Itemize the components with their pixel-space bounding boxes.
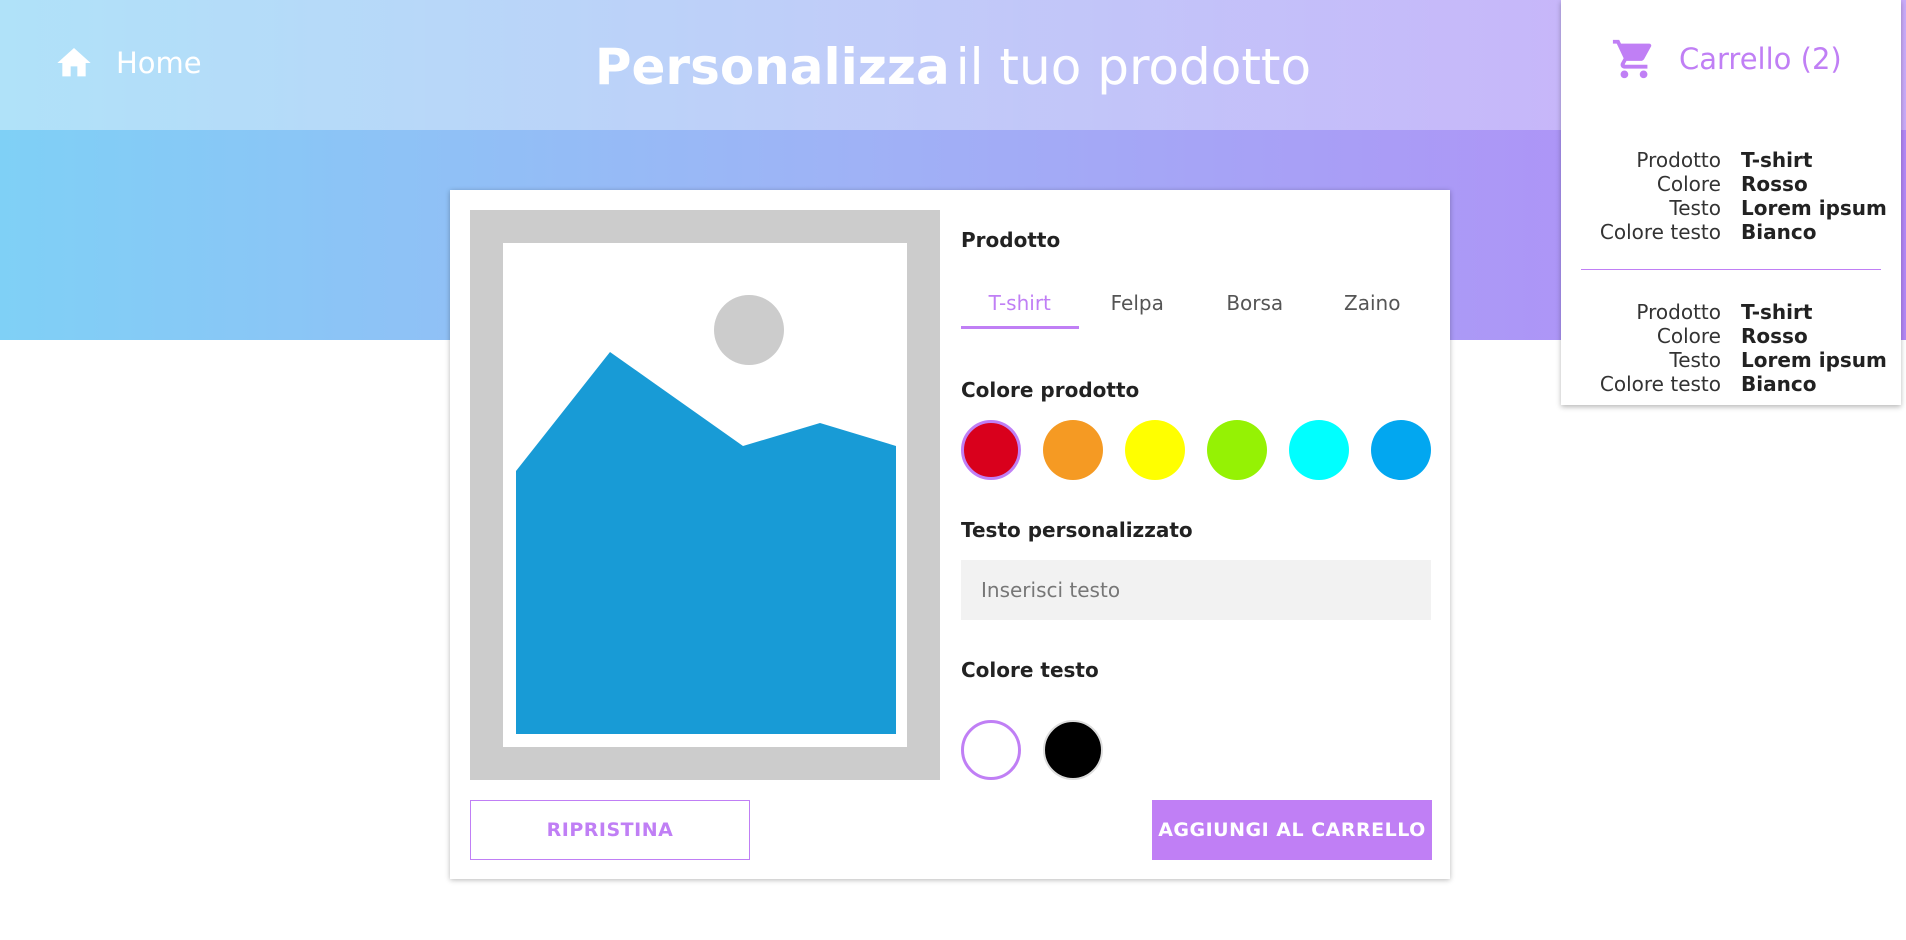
color-swatch-yellow[interactable] bbox=[1125, 420, 1185, 480]
cart-key: Prodotto bbox=[1636, 148, 1721, 172]
cart-row-text-color: Colore testo Bianco bbox=[1561, 220, 1901, 244]
color-swatch-green[interactable] bbox=[1207, 420, 1267, 480]
cart-label: Carrello (2) bbox=[1679, 42, 1842, 76]
cart-row-color: Colore Rosso bbox=[1561, 324, 1901, 348]
cart-value: Bianco bbox=[1741, 372, 1817, 396]
home-icon bbox=[57, 48, 91, 77]
product-tabs: T-shirt Felpa Borsa Zaino bbox=[961, 283, 1431, 330]
preview-image bbox=[503, 243, 907, 747]
tab-felpa[interactable]: Felpa bbox=[1079, 283, 1197, 329]
tab-tshirt[interactable]: T-shirt bbox=[961, 283, 1079, 329]
color-swatch-cyan[interactable] bbox=[1289, 420, 1349, 480]
product-preview bbox=[470, 210, 940, 780]
tab-borsa[interactable]: Borsa bbox=[1196, 283, 1314, 329]
cart-divider bbox=[1581, 269, 1881, 270]
cart-key: Testo bbox=[1669, 348, 1721, 372]
cart-key: Colore bbox=[1656, 324, 1721, 348]
color-swatch-orange[interactable] bbox=[1043, 420, 1103, 480]
cart-value: Lorem ipsum bbox=[1741, 196, 1887, 220]
customizer-card: Prodotto T-shirt Felpa Borsa Zaino Color… bbox=[450, 190, 1450, 879]
cart-value: Bianco bbox=[1741, 220, 1817, 244]
product-label: Prodotto bbox=[961, 228, 1061, 252]
product-color-swatches bbox=[961, 420, 1431, 480]
custom-text-input[interactable] bbox=[961, 560, 1431, 620]
cart-list: Prodotto T-shirt Colore Rosso Testo Lorem i… bbox=[1561, 148, 1901, 396]
cart-row-product: Prodotto T-shirt bbox=[1561, 148, 1901, 172]
cart-key: Colore testo bbox=[1599, 220, 1721, 244]
text-color-swatches bbox=[961, 720, 1103, 780]
text-color-swatch-black[interactable] bbox=[1043, 720, 1103, 780]
cart-key: Colore bbox=[1656, 172, 1721, 196]
cart-item: Prodotto T-shirt Colore Rosso Testo Lorem i… bbox=[1561, 300, 1901, 396]
cart-row-text: Testo Lorem ipsum bbox=[1561, 348, 1901, 372]
cart-row-product: Prodotto T-shirt bbox=[1561, 300, 1901, 324]
cart-row-text: Testo Lorem ipsum bbox=[1561, 196, 1901, 220]
color-swatch-red[interactable] bbox=[961, 420, 1021, 480]
cart-item: Prodotto T-shirt Colore Rosso Testo Lorem i… bbox=[1561, 148, 1901, 244]
reset-button[interactable]: RIPRISTINA bbox=[470, 800, 750, 860]
image-placeholder-icon bbox=[516, 295, 896, 734]
add-to-cart-button[interactable]: AGGIUNGI AL CARRELLO bbox=[1152, 800, 1432, 860]
cart-value: Lorem ipsum bbox=[1741, 348, 1887, 372]
cart-panel: Carrello (2) Prodotto T-shirt Colore Rosso… bbox=[1561, 0, 1901, 405]
cart-value: Rosso bbox=[1741, 172, 1808, 196]
cart-value: T-shirt bbox=[1741, 300, 1813, 324]
shopping-cart-icon bbox=[1612, 39, 1652, 79]
color-swatch-blue[interactable] bbox=[1371, 420, 1431, 480]
text-color-label: Colore testo bbox=[961, 658, 1099, 682]
custom-text-label: Testo personalizzato bbox=[961, 518, 1193, 542]
home-link[interactable]: Home bbox=[54, 40, 202, 86]
text-color-swatch-white[interactable] bbox=[961, 720, 1021, 780]
home-label: Home bbox=[116, 46, 202, 80]
cart-value: T-shirt bbox=[1741, 148, 1813, 172]
cart-key: Testo bbox=[1669, 196, 1721, 220]
product-color-label: Colore prodotto bbox=[961, 378, 1140, 402]
cart-button[interactable]: Carrello (2) bbox=[1611, 36, 1842, 82]
cart-key: Colore testo bbox=[1599, 372, 1721, 396]
cart-row-text-color: Colore testo Bianco bbox=[1561, 372, 1901, 396]
cart-row-color: Colore Rosso bbox=[1561, 172, 1901, 196]
cart-key: Prodotto bbox=[1636, 300, 1721, 324]
cart-value: Rosso bbox=[1741, 324, 1808, 348]
tab-zaino[interactable]: Zaino bbox=[1314, 283, 1432, 329]
